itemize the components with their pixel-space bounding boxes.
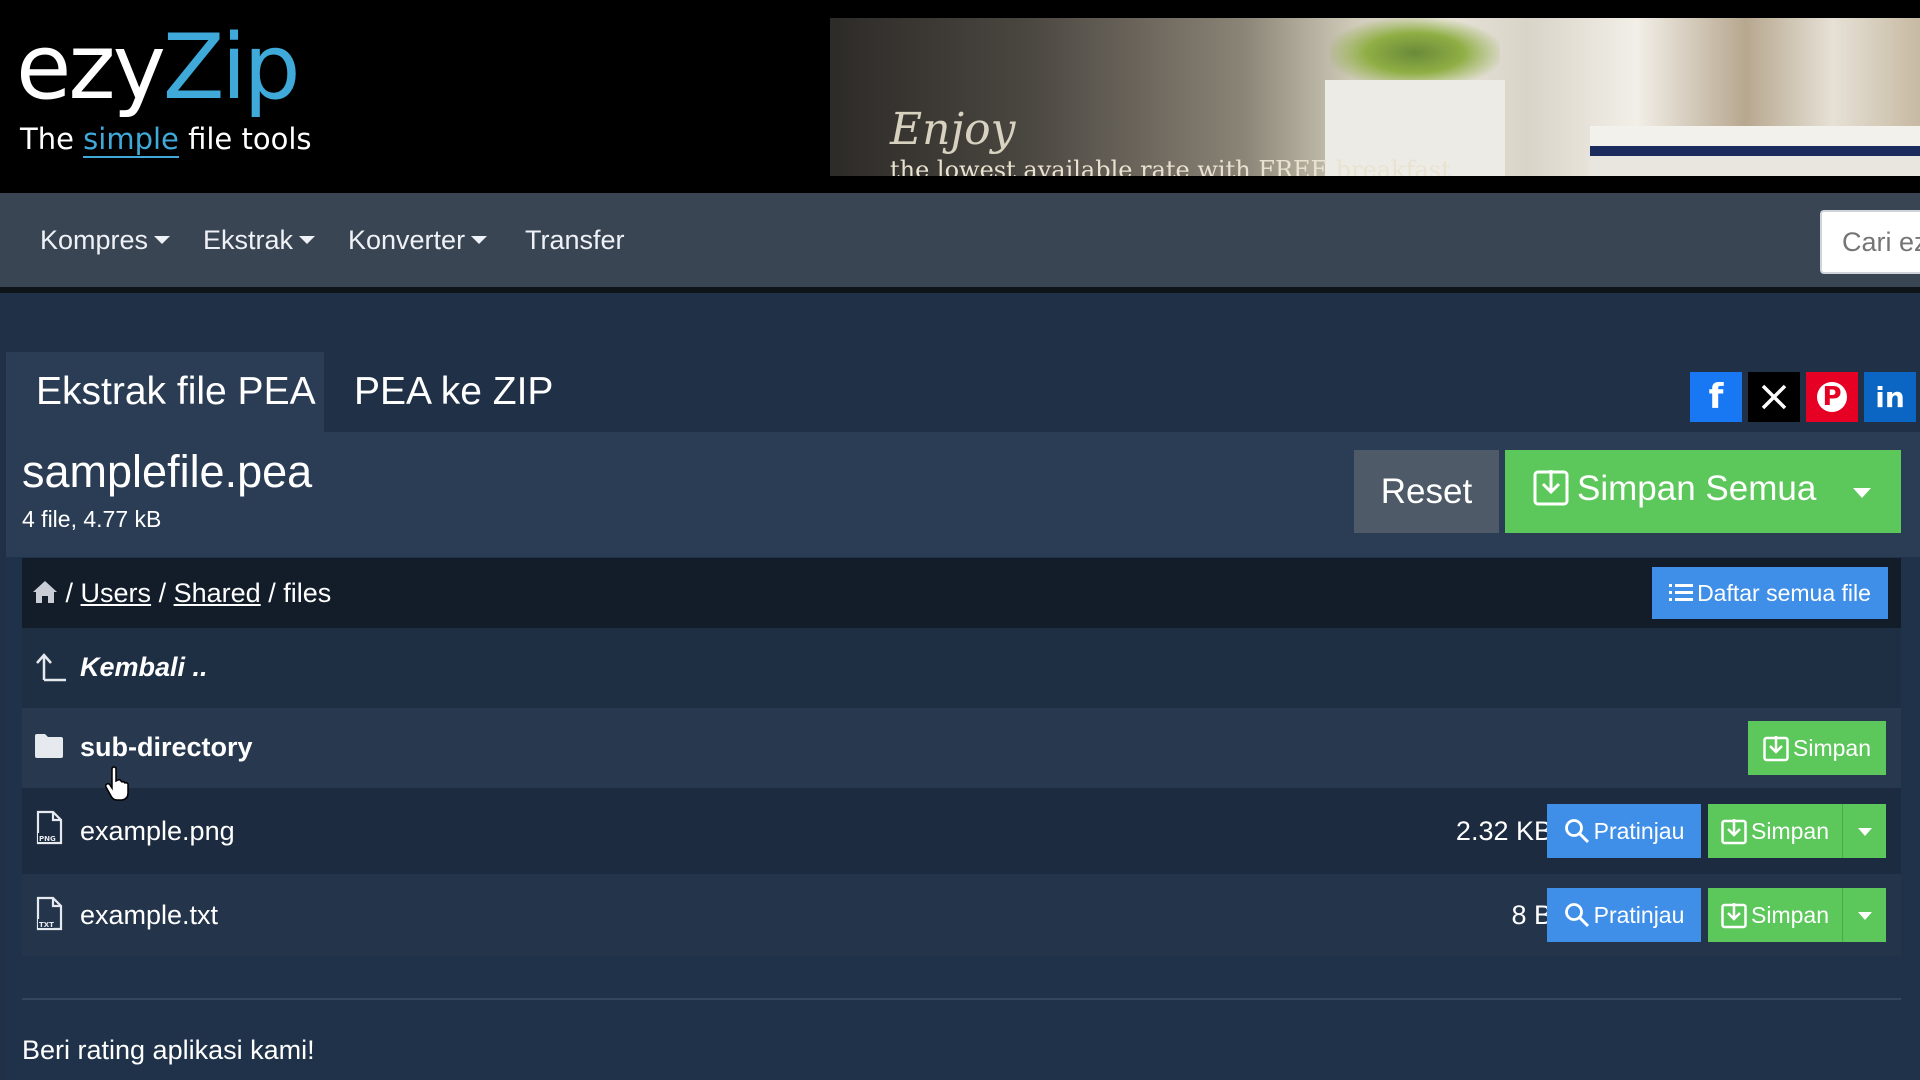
logo-wordmark: ezyZip xyxy=(16,18,312,118)
archive-info: 4 file, 4.77 kB xyxy=(22,506,162,532)
nav-konverter-label: Konverter xyxy=(348,225,466,255)
folder-icon xyxy=(34,733,64,764)
save-label: Simpan xyxy=(1793,734,1871,761)
nav-transfer[interactable]: Transfer xyxy=(525,193,625,287)
caret-down-icon xyxy=(154,236,171,244)
caret-down-icon[interactable] xyxy=(1853,488,1871,498)
linkedin-share-button[interactable]: in xyxy=(1864,372,1916,422)
pinterest-share-button[interactable]: P xyxy=(1806,372,1858,422)
section-divider xyxy=(22,998,1901,1000)
file-name[interactable]: example.txt xyxy=(80,900,218,931)
breadcrumb-users[interactable]: Users xyxy=(81,578,152,608)
site-header: ezyZip The simple file tools Enjoy the l… xyxy=(0,0,1920,193)
logo-tagline: The simple file tools xyxy=(20,122,312,158)
save-file-button[interactable]: Simpan xyxy=(1708,804,1842,858)
list-all-label: Daftar semua file xyxy=(1697,579,1871,606)
download-icon xyxy=(1721,903,1747,929)
save-label: Simpan xyxy=(1751,901,1829,928)
archive-name: samplefile.pea xyxy=(22,446,313,497)
download-icon xyxy=(1763,736,1789,762)
tab-pea-ke-zip[interactable]: PEA ke ZIP xyxy=(324,352,583,432)
home-icon[interactable] xyxy=(32,561,58,631)
png-file-icon: PNG xyxy=(34,810,64,851)
nav-kompres-label: Kompres xyxy=(40,225,149,255)
x-share-button[interactable] xyxy=(1748,372,1800,422)
nav-ekstrak[interactable]: Ekstrak xyxy=(203,193,316,287)
logo-part-zip: Zip xyxy=(162,15,301,120)
tagline-pre: The xyxy=(20,122,84,156)
save-options-dropdown[interactable] xyxy=(1842,888,1886,942)
level-up-icon xyxy=(34,650,68,689)
preview-label: Pratinjau xyxy=(1593,817,1685,844)
preview-button[interactable]: Pratinjau xyxy=(1547,804,1701,858)
txt-file-type-label: TXT xyxy=(39,921,54,929)
caret-down-icon xyxy=(1858,912,1872,920)
preview-label: Pratinjau xyxy=(1593,901,1685,928)
back-row[interactable]: Kembali .. xyxy=(22,628,1901,708)
search-input[interactable] xyxy=(1820,210,1920,274)
breadcrumb: / Users / Shared / files xyxy=(32,558,331,628)
nav-ekstrak-label: Ekstrak xyxy=(203,225,294,255)
save-file-button[interactable]: Simpan xyxy=(1708,888,1842,942)
save-all-button[interactable]: Simpan Semua xyxy=(1505,450,1901,533)
save-directory-button[interactable]: Simpan xyxy=(1748,721,1886,775)
facebook-icon: f xyxy=(1708,377,1724,417)
list-all-files-button[interactable]: Daftar semua file xyxy=(1652,567,1888,619)
tagline-post: file tools xyxy=(178,122,312,156)
ad-banner[interactable]: Enjoy the lowest available rate with FRE… xyxy=(830,18,1920,176)
download-icon xyxy=(1721,819,1747,845)
tab-ekstrak-pea[interactable]: Ekstrak file PEA xyxy=(6,352,324,432)
file-row[interactable]: PNG example.png 2.32 KB Pratinjau Simpan xyxy=(22,788,1901,874)
logo-part-ezy: ezy xyxy=(16,15,166,120)
breadcrumb-separator: / xyxy=(65,578,74,608)
save-all-label: Simpan Semua xyxy=(1577,469,1817,508)
caret-down-icon xyxy=(1858,828,1872,836)
main-navbar: Kompres Ekstrak Konverter Transfer xyxy=(0,193,1920,293)
rate-prompt: Beri rating aplikasi kami! xyxy=(22,1035,315,1065)
banner-promo-text: the lowest available rate with FREE brea… xyxy=(890,156,1451,176)
caret-down-icon xyxy=(471,236,488,244)
file-size: 8 B xyxy=(1511,900,1552,930)
directory-name[interactable]: sub-directory xyxy=(80,732,253,763)
breadcrumb-current: files xyxy=(283,578,332,608)
txt-file-icon: TXT xyxy=(34,896,64,937)
x-icon xyxy=(1761,384,1787,410)
preview-button[interactable]: Pratinjau xyxy=(1547,888,1701,942)
file-row[interactable]: TXT example.txt 8 B Pratinjau Simpan xyxy=(22,874,1901,956)
banner-script-text: Enjoy xyxy=(890,104,1016,155)
reset-button[interactable]: Reset xyxy=(1354,450,1499,533)
nav-transfer-label: Transfer xyxy=(525,225,625,255)
breadcrumb-bar: / Users / Shared / files Daftar semua fi… xyxy=(22,558,1901,628)
png-file-type-label: PNG xyxy=(39,835,56,843)
nav-kompres[interactable]: Kompres xyxy=(40,193,171,287)
banner-plant xyxy=(1330,18,1500,88)
download-icon xyxy=(1533,468,1569,515)
save-label: Simpan xyxy=(1751,817,1829,844)
search-icon xyxy=(1564,819,1589,844)
caret-down-icon xyxy=(299,236,316,244)
back-label: Kembali .. xyxy=(80,652,208,682)
banner-bed xyxy=(1590,126,1920,176)
breadcrumb-shared[interactable]: Shared xyxy=(174,578,261,608)
facebook-share-button[interactable]: f xyxy=(1690,372,1742,422)
file-name[interactable]: example.png xyxy=(80,816,235,847)
tagline-emphasis: simple xyxy=(83,122,179,158)
directory-row[interactable]: sub-directory Simpan xyxy=(22,708,1901,788)
logo[interactable]: ezyZip The simple file tools xyxy=(16,18,312,158)
breadcrumb-separator: / xyxy=(268,578,276,608)
breadcrumb-separator: / xyxy=(158,578,167,608)
nav-konverter[interactable]: Konverter xyxy=(348,193,488,287)
search-icon xyxy=(1564,903,1589,928)
linkedin-icon: in xyxy=(1875,380,1905,414)
hand-cursor-icon xyxy=(104,766,130,807)
list-icon xyxy=(1669,584,1694,601)
save-options-dropdown[interactable] xyxy=(1842,804,1886,858)
file-size: 2.32 KB xyxy=(1455,816,1552,846)
pinterest-icon: P xyxy=(1817,382,1847,412)
